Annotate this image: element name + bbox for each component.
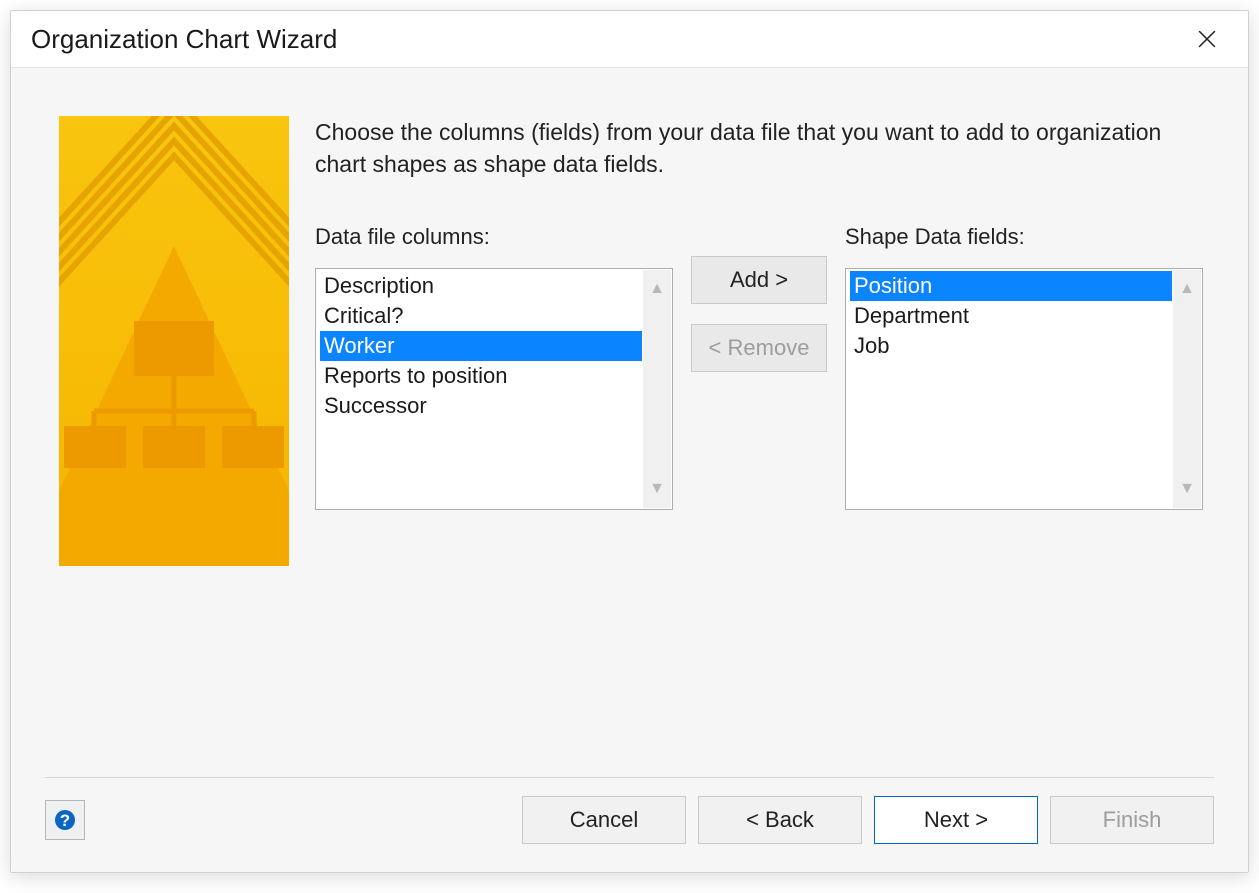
columns-row: Data file columns: DescriptionCritical?W… [315, 224, 1203, 510]
scroll-down-icon[interactable]: ▼ [649, 474, 665, 504]
scrollbar[interactable]: ▲ ▼ [643, 270, 671, 508]
org-chart-icon [59, 116, 289, 566]
back-button[interactable]: < Back [698, 796, 862, 844]
list-item[interactable]: Description [320, 271, 642, 301]
list-item[interactable]: Position [850, 271, 1172, 301]
svg-text:?: ? [60, 811, 70, 830]
help-button[interactable]: ? [45, 800, 85, 840]
scroll-up-icon[interactable]: ▲ [1179, 274, 1195, 304]
scroll-up-icon[interactable]: ▲ [649, 274, 665, 304]
shape-data-fields-listbox[interactable]: PositionDepartmentJob ▲ ▼ [845, 268, 1203, 510]
shape-data-fields-label: Shape Data fields: [845, 224, 1203, 250]
add-button[interactable]: Add > [691, 256, 827, 304]
cancel-button[interactable]: Cancel [522, 796, 686, 844]
wizard-dialog: Organization Chart Wizard [10, 10, 1249, 873]
instruction-text: Choose the columns (fields) from your da… [315, 116, 1203, 180]
list-item[interactable]: Successor [320, 391, 642, 421]
list-item[interactable]: Critical? [320, 301, 642, 331]
titlebar: Organization Chart Wizard [11, 11, 1248, 67]
finish-button[interactable]: Finish [1050, 796, 1214, 844]
content-area: Choose the columns (fields) from your da… [315, 116, 1203, 872]
scrollbar[interactable]: ▲ ▼ [1173, 270, 1201, 508]
next-button[interactable]: Next > [874, 796, 1038, 844]
wizard-illustration [59, 116, 289, 566]
help-icon: ? [53, 808, 77, 832]
list-item[interactable]: Worker [320, 331, 642, 361]
window-title: Organization Chart Wizard [31, 24, 337, 55]
footer-bar: ? Cancel < Back Next > Finish [45, 796, 1214, 844]
data-file-columns-block: Data file columns: DescriptionCritical?W… [315, 224, 673, 510]
scroll-down-icon[interactable]: ▼ [1179, 474, 1195, 504]
footer-divider [45, 777, 1214, 778]
list-item[interactable]: Job [850, 331, 1172, 361]
dialog-body: Choose the columns (fields) from your da… [11, 67, 1248, 872]
remove-button[interactable]: < Remove [691, 324, 827, 372]
close-icon [1198, 30, 1216, 48]
list-item[interactable]: Reports to position [320, 361, 642, 391]
close-button[interactable] [1184, 16, 1230, 62]
list-item[interactable]: Department [850, 301, 1172, 331]
data-file-columns-listbox[interactable]: DescriptionCritical?WorkerReports to pos… [315, 268, 673, 510]
shape-data-fields-block: Shape Data fields: PositionDepartmentJob… [845, 224, 1203, 510]
data-file-columns-label: Data file columns: [315, 224, 673, 250]
transfer-buttons: Add > < Remove [691, 256, 827, 372]
